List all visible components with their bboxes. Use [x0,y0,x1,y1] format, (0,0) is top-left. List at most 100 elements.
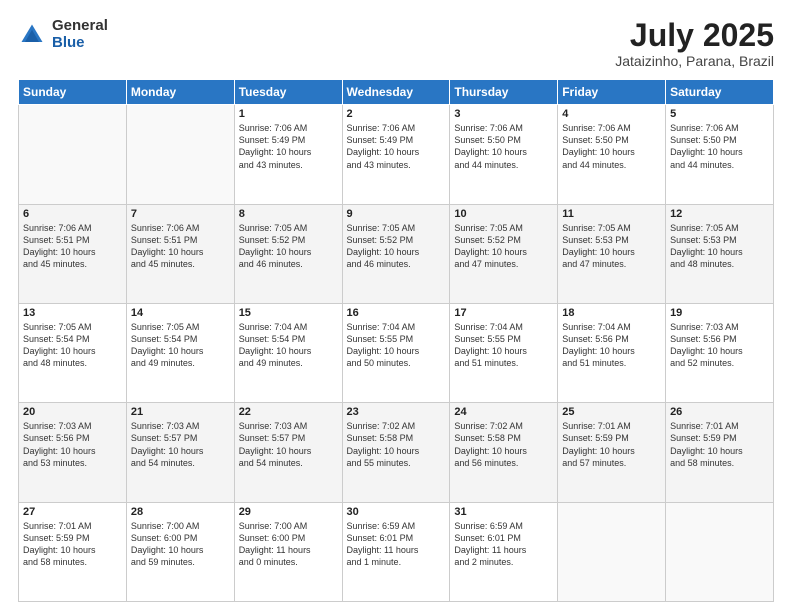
day-number: 11 [562,208,661,220]
calendar-cell: 21 Sunrise: 7:03 AM Sunset: 5:57 PM Dayli… [126,403,234,502]
calendar-cell: 5Sunrise: 7:06 AM Sunset: 5:50 PM Daylig… [666,105,774,204]
header-cell-monday: Monday [126,80,234,105]
calendar-cell [666,502,774,601]
header-row: SundayMondayTuesdayWednesdayThursdayFrid… [19,80,774,105]
day-info: Sunrise: 7:03 AM Sunset: 5:57 PM Dayligh… [131,420,230,469]
main-title: July 2025 [615,18,774,53]
logo-blue-text: Blue [52,35,108,52]
day-info: Sunrise: 7:01 AM Sunset: 5:59 PM Dayligh… [562,420,661,469]
logo-text: General Blue [52,18,108,51]
day-info: Sunrise: 7:05 AM Sunset: 5:53 PM Dayligh… [670,222,769,271]
day-info: Sunrise: 7:05 AM Sunset: 5:52 PM Dayligh… [454,222,553,271]
day-number: 30 [347,506,446,518]
calendar-cell [126,105,234,204]
day-info: Sunrise: 7:06 AM Sunset: 5:49 PM Dayligh… [239,122,338,171]
calendar-cell: 7 Sunrise: 7:06 AM Sunset: 5:51 PM Daylig… [126,204,234,303]
calendar-cell: 11 Sunrise: 7:05 AM Sunset: 5:53 PM Dayli… [558,204,666,303]
logo: General Blue [18,18,108,51]
day-info: Sunrise: 7:02 AM Sunset: 5:58 PM Dayligh… [454,420,553,469]
day-number: 9 [347,208,446,220]
calendar-cell: 27Sunrise: 7:01 AM Sunset: 5:59 PM Dayli… [19,502,127,601]
calendar-cell: 6 Sunrise: 7:06 AM Sunset: 5:51 PM Daylig… [19,204,127,303]
header-cell-tuesday: Tuesday [234,80,342,105]
day-number: 14 [131,307,230,319]
calendar-cell: 18 Sunrise: 7:04 AM Sunset: 5:56 PM Dayli… [558,303,666,402]
day-number: 25 [562,406,661,418]
header-cell-wednesday: Wednesday [342,80,450,105]
week-row-3: 13 Sunrise: 7:05 AM Sunset: 5:54 PM Dayli… [19,303,774,402]
day-number: 2 [347,108,446,120]
calendar-cell: 19 Sunrise: 7:03 AM Sunset: 5:56 PM Dayli… [666,303,774,402]
day-info: Sunrise: 7:00 AM Sunset: 6:00 PM Dayligh… [131,520,230,569]
day-number: 5 [670,108,769,120]
calendar-cell: 16 Sunrise: 7:04 AM Sunset: 5:55 PM Dayli… [342,303,450,402]
day-info: Sunrise: 7:06 AM Sunset: 5:51 PM Dayligh… [23,222,122,271]
calendar-cell: 29Sunrise: 7:00 AM Sunset: 6:00 PM Dayli… [234,502,342,601]
calendar-cell [558,502,666,601]
calendar-cell [19,105,127,204]
day-number: 20 [23,406,122,418]
day-info: Sunrise: 7:03 AM Sunset: 5:57 PM Dayligh… [239,420,338,469]
day-info: Sunrise: 7:06 AM Sunset: 5:51 PM Dayligh… [131,222,230,271]
day-number: 23 [347,406,446,418]
day-info: Sunrise: 7:04 AM Sunset: 5:55 PM Dayligh… [347,321,446,370]
day-number: 26 [670,406,769,418]
calendar-cell: 30Sunrise: 6:59 AM Sunset: 6:01 PM Dayli… [342,502,450,601]
calendar-cell: 26 Sunrise: 7:01 AM Sunset: 5:59 PM Dayli… [666,403,774,502]
calendar-cell: 31Sunrise: 6:59 AM Sunset: 6:01 PM Dayli… [450,502,558,601]
day-info: Sunrise: 7:03 AM Sunset: 5:56 PM Dayligh… [670,321,769,370]
day-info: Sunrise: 7:04 AM Sunset: 5:56 PM Dayligh… [562,321,661,370]
logo-icon [18,21,46,49]
day-number: 7 [131,208,230,220]
day-info: Sunrise: 6:59 AM Sunset: 6:01 PM Dayligh… [454,520,553,569]
calendar-cell: 8Sunrise: 7:05 AM Sunset: 5:52 PM Daylig… [234,204,342,303]
calendar: SundayMondayTuesdayWednesdayThursdayFrid… [18,79,774,602]
calendar-cell: 4 Sunrise: 7:06 AM Sunset: 5:50 PM Daylig… [558,105,666,204]
day-number: 16 [347,307,446,319]
header-cell-thursday: Thursday [450,80,558,105]
calendar-cell: 10 Sunrise: 7:05 AM Sunset: 5:52 PM Dayli… [450,204,558,303]
day-number: 22 [239,406,338,418]
week-row-1: 1 Sunrise: 7:06 AM Sunset: 5:49 PM Daylig… [19,105,774,204]
subtitle: Jataizinho, Parana, Brazil [615,53,774,69]
calendar-cell: 1 Sunrise: 7:06 AM Sunset: 5:49 PM Daylig… [234,105,342,204]
day-number: 19 [670,307,769,319]
title-block: July 2025 Jataizinho, Parana, Brazil [615,18,774,69]
logo-general-text: General [52,18,108,35]
day-number: 12 [670,208,769,220]
day-number: 13 [23,307,122,319]
calendar-cell: 2 Sunrise: 7:06 AM Sunset: 5:49 PM Daylig… [342,105,450,204]
header-cell-sunday: Sunday [19,80,127,105]
header-cell-saturday: Saturday [666,80,774,105]
day-number: 4 [562,108,661,120]
day-info: Sunrise: 7:05 AM Sunset: 5:54 PM Dayligh… [23,321,122,370]
calendar-cell: 3 Sunrise: 7:06 AM Sunset: 5:50 PM Daylig… [450,105,558,204]
calendar-cell: 23 Sunrise: 7:02 AM Sunset: 5:58 PM Dayli… [342,403,450,502]
day-info: Sunrise: 7:05 AM Sunset: 5:52 PM Dayligh… [347,222,446,271]
day-number: 6 [23,208,122,220]
day-number: 18 [562,307,661,319]
day-number: 8 [239,208,338,220]
calendar-cell: 12 Sunrise: 7:05 AM Sunset: 5:53 PM Dayli… [666,204,774,303]
day-info: Sunrise: 7:04 AM Sunset: 5:54 PM Dayligh… [239,321,338,370]
day-info: Sunrise: 7:04 AM Sunset: 5:55 PM Dayligh… [454,321,553,370]
day-info: Sunrise: 7:01 AM Sunset: 5:59 PM Dayligh… [670,420,769,469]
day-info: Sunrise: 7:00 AM Sunset: 6:00 PM Dayligh… [239,520,338,569]
page: General Blue July 2025 Jataizinho, Paran… [0,0,792,612]
day-info: Sunrise: 7:02 AM Sunset: 5:58 PM Dayligh… [347,420,446,469]
day-info: Sunrise: 7:05 AM Sunset: 5:53 PM Dayligh… [562,222,661,271]
day-number: 3 [454,108,553,120]
calendar-cell: 24Sunrise: 7:02 AM Sunset: 5:58 PM Dayli… [450,403,558,502]
day-number: 1 [239,108,338,120]
week-row-5: 27Sunrise: 7:01 AM Sunset: 5:59 PM Dayli… [19,502,774,601]
day-number: 10 [454,208,553,220]
day-info: Sunrise: 7:06 AM Sunset: 5:50 PM Dayligh… [454,122,553,171]
week-row-2: 6 Sunrise: 7:06 AM Sunset: 5:51 PM Daylig… [19,204,774,303]
calendar-cell: 14 Sunrise: 7:05 AM Sunset: 5:54 PM Dayli… [126,303,234,402]
calendar-cell: 15 Sunrise: 7:04 AM Sunset: 5:54 PM Dayli… [234,303,342,402]
day-number: 21 [131,406,230,418]
day-info: Sunrise: 7:05 AM Sunset: 5:54 PM Dayligh… [131,321,230,370]
day-info: Sunrise: 7:06 AM Sunset: 5:49 PM Dayligh… [347,122,446,171]
day-number: 15 [239,307,338,319]
day-info: Sunrise: 7:06 AM Sunset: 5:50 PM Dayligh… [562,122,661,171]
